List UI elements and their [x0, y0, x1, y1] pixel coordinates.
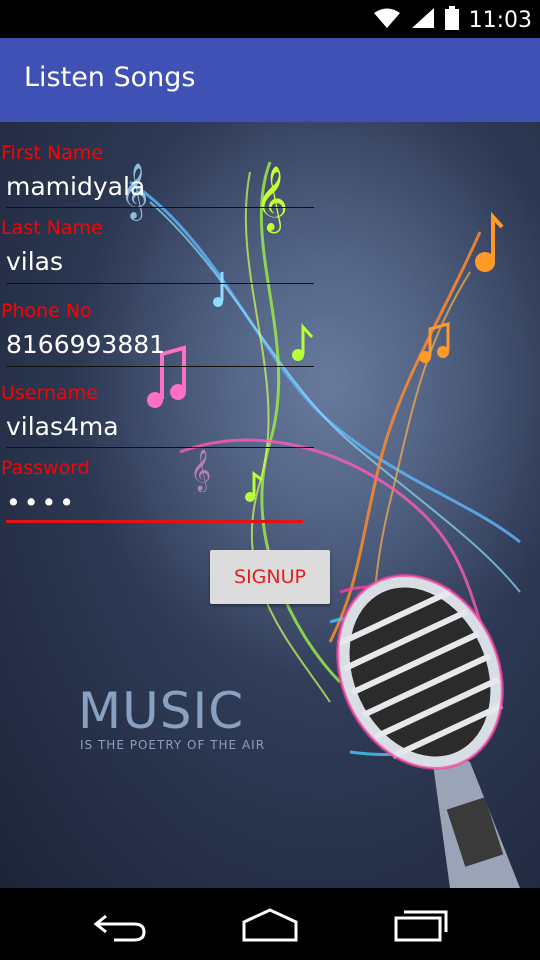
battery-icon	[444, 6, 459, 34]
last-name-underline	[6, 283, 314, 284]
last-name-input[interactable]: vilas	[6, 247, 63, 276]
first-name-label: First Name	[1, 142, 104, 164]
first-name-underline	[6, 207, 314, 208]
treble-clef-icon: 𝄞	[190, 449, 211, 492]
last-name-label: Last Name	[1, 217, 103, 239]
username-label: Username	[1, 382, 98, 404]
background-headline: MUSIC	[78, 682, 245, 740]
status-bar: 11:03	[0, 0, 540, 38]
wifi-icon	[373, 7, 401, 33]
signup-button[interactable]: SIGNUP	[210, 550, 330, 604]
treble-clef-icon: 𝄞	[255, 166, 288, 233]
back-button-icon[interactable]	[92, 908, 148, 946]
username-input[interactable]: vilas4ma	[6, 412, 119, 441]
app-bar: Listen Songs	[0, 38, 540, 122]
password-label: Password	[1, 457, 90, 479]
phone-input[interactable]: 8166993881	[6, 330, 165, 359]
status-time: 11:03	[468, 7, 532, 33]
navigation-bar	[0, 888, 540, 960]
password-underline	[6, 520, 303, 523]
app-title: Listen Songs	[24, 62, 196, 93]
signal-icon	[411, 7, 435, 33]
recent-apps-button-icon[interactable]	[394, 908, 450, 946]
phone-underline	[6, 366, 314, 367]
username-underline	[6, 447, 314, 448]
status-icons: 11:03	[373, 6, 532, 34]
background-tagline: IS THE POETRY OF THE AIR	[80, 738, 266, 752]
home-button-icon[interactable]	[242, 908, 298, 946]
password-input[interactable]: ••••	[6, 488, 77, 517]
signup-content: 𝄞 𝄞 𝄞 First Name mamidyala Last Name vil…	[0, 122, 540, 888]
first-name-input[interactable]: mamidyala	[6, 172, 145, 201]
phone-label: Phone No	[1, 300, 92, 322]
